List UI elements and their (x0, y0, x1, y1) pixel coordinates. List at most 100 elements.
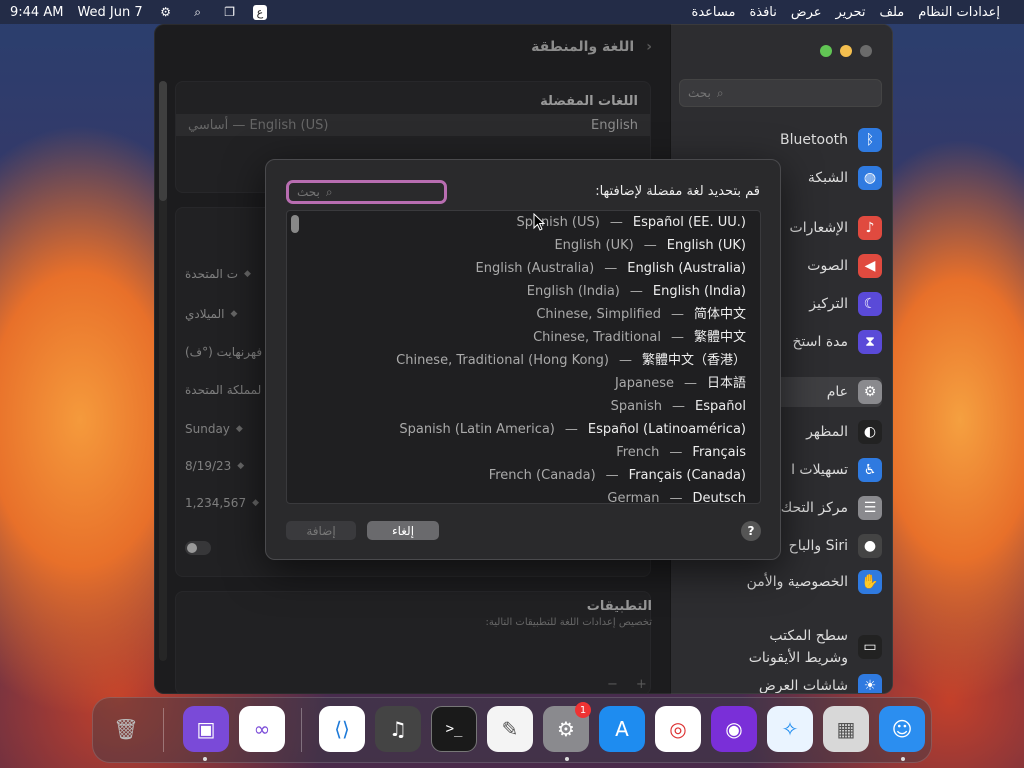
terminal-icon[interactable]: >_ (431, 706, 477, 752)
sidebar-item-label: عام (826, 384, 848, 400)
sidebar-item-label: Bluetooth (780, 132, 848, 148)
language-row[interactable]: English (Australia) — English (Australia) (476, 257, 746, 280)
clock[interactable]: 9:44 AM (10, 5, 63, 20)
language-row[interactable]: English (India) — English (India) (527, 280, 746, 303)
language-english-name: Spanish (610, 399, 662, 414)
language-row[interactable]: Chinese, Traditional (Hong Kong) — 繁體中文（香港… (396, 349, 746, 372)
app-store-icon[interactable]: A (599, 706, 645, 752)
language-native-name: 日本語 (706, 376, 746, 391)
language-separator: — (669, 445, 683, 460)
appearance-icon: ◐ (858, 420, 882, 444)
window-switcher-icon[interactable]: ❐ (221, 5, 239, 19)
language-row[interactable]: German — Deutsch (607, 487, 746, 504)
language-list[interactable]: Spanish (US) — Español (EE. UU.) English (U… (286, 210, 761, 504)
clock-time: 9:44 AM (10, 4, 64, 20)
mouse-cursor-icon (533, 213, 545, 231)
sidebar-item-label: المظهر (806, 424, 848, 440)
apple-configurator-icon[interactable]: ▣ (183, 706, 229, 752)
dock-icon: ▭ (858, 635, 882, 659)
finder-icon[interactable]: ☺ (879, 706, 925, 752)
language-row[interactable]: Chinese, Simplified — 简体中文 (536, 303, 746, 326)
menu-window[interactable]: نافذة (749, 5, 776, 20)
sidebar-item-label: مركز التحك (780, 500, 848, 516)
language-native-name: Deutsch (692, 491, 746, 504)
help-button[interactable]: ? (741, 521, 761, 541)
sidebar-item-dock[interactable]: ▭ سطح المكتب وشريط الأيقونات (677, 625, 882, 669)
globe-icon: ◍ (858, 166, 882, 190)
textedit-icon[interactable]: ✎ (487, 706, 533, 752)
menu-help[interactable]: مساعدة (692, 5, 736, 20)
sidebar-item-sun[interactable]: ☀ شاشات العرض (677, 671, 882, 693)
window-controls (820, 45, 872, 57)
language-row[interactable]: Spanish (Latin America) — Español (Latinoa… (399, 418, 746, 441)
language-separator: — (629, 284, 643, 299)
sun-icon: ☀ (858, 674, 882, 693)
dock-running-indicator (901, 757, 905, 761)
language-native-name: English (UK) (666, 238, 746, 253)
language-native-name: Español (Latinoamérica) (587, 422, 746, 437)
language-native-name: Français (692, 445, 746, 460)
add-button[interactable]: إضافة (286, 521, 356, 540)
control-center-icon[interactable]: ⚙ (157, 5, 175, 19)
language-row[interactable]: Spanish (US) — Español (EE. UU.) (516, 211, 746, 234)
menu-edit[interactable]: تحرير (836, 5, 866, 20)
language-english-name: Chinese, Traditional (Hong Kong) (396, 353, 609, 368)
close-button[interactable] (860, 45, 872, 57)
language-row[interactable]: English (UK) — English (UK) (554, 234, 746, 257)
speaker-icon: ◀ (858, 254, 882, 278)
language-row[interactable]: French — Français (616, 441, 746, 464)
sidebar-item-label: الصوت (807, 258, 848, 274)
date[interactable]: Wed Jun 7 (77, 5, 142, 20)
bell-icon: ♪ (858, 216, 882, 240)
dock-running-indicator (203, 757, 207, 761)
language-native-name: Español (694, 399, 746, 414)
gear-icon: ⚙ (858, 380, 882, 404)
language-separator: — (609, 215, 623, 230)
siri-icon: ● (858, 534, 882, 558)
cancel-button[interactable]: إلغاء (367, 521, 439, 540)
dock-separator (301, 708, 302, 752)
language-row[interactable]: Chinese, Traditional — 繁體中文 (533, 326, 746, 349)
menu-view[interactable]: عرض (791, 5, 822, 20)
language-list-scrollbar[interactable] (291, 215, 299, 503)
sidebar-item-label: تسهيلات ا (791, 462, 848, 478)
visual-studio-icon[interactable]: ∞ (239, 706, 285, 752)
sidebar-item-bluetooth[interactable]: ᛒ Bluetooth (677, 125, 882, 155)
language-english-name: French (Canada) (488, 468, 596, 483)
language-native-name: English (India) (652, 284, 746, 299)
language-search-input[interactable]: ⌕ بحث (286, 180, 447, 204)
safari-icon[interactable]: ✧ (767, 706, 813, 752)
language-separator: — (670, 307, 684, 322)
spotlight-search-icon[interactable]: ⌕ (189, 5, 207, 19)
vscode-icon[interactable]: ⟨⟩ (319, 706, 365, 752)
language-english-name: Chinese, Traditional (533, 330, 661, 345)
language-native-name: Español (EE. UU.) (632, 215, 746, 230)
menu-file[interactable]: ملف (880, 5, 905, 20)
language-row[interactable]: French (Canada) — Français (Canada) (489, 464, 746, 487)
chrome-icon[interactable]: ◎ (655, 706, 701, 752)
language-row[interactable]: Japanese — 日本語 (615, 372, 746, 395)
sidebar-search-input[interactable]: ⌕ بحث (679, 79, 882, 107)
garageband-icon[interactable]: ♫ (375, 706, 421, 752)
sheet-prompt: قم بتحديد لغة مفضلة لإضافتها: (595, 184, 760, 199)
sidebar-item-label: الشبكة (807, 170, 848, 186)
moon-icon: ☾ (858, 292, 882, 316)
zoom-button[interactable] (820, 45, 832, 57)
sidebar-item-label: الإشعارات (789, 220, 848, 236)
dock: ☺ ▦ ✧ ◉ ◎ A ⚙ 1 ✎ >_ ♫ ⟨⟩ ∞ ▣ 🗑 (92, 697, 932, 763)
sidebar-item-hand[interactable]: ✋ الخصوصية والأمن (677, 567, 882, 597)
launchpad-icon[interactable]: ▦ (823, 706, 869, 752)
minimize-button[interactable] (840, 45, 852, 57)
input-source-badge[interactable]: ع (252, 4, 268, 20)
language-separator: — (683, 376, 697, 391)
language-separator: — (604, 261, 618, 276)
language-english-name: Chinese, Simplified (536, 307, 661, 322)
sidebar-item-label: مدة استخ (792, 334, 848, 350)
language-row[interactable]: Spanish — Español (611, 395, 746, 418)
trash-icon[interactable]: 🗑 (103, 706, 149, 752)
language-separator: — (564, 422, 578, 437)
app-menu[interactable]: إعدادات النظام (918, 5, 1000, 20)
firefox-icon[interactable]: ◉ (711, 706, 757, 752)
language-separator: — (605, 468, 619, 483)
system-settings-icon[interactable]: ⚙ 1 (543, 702, 591, 752)
